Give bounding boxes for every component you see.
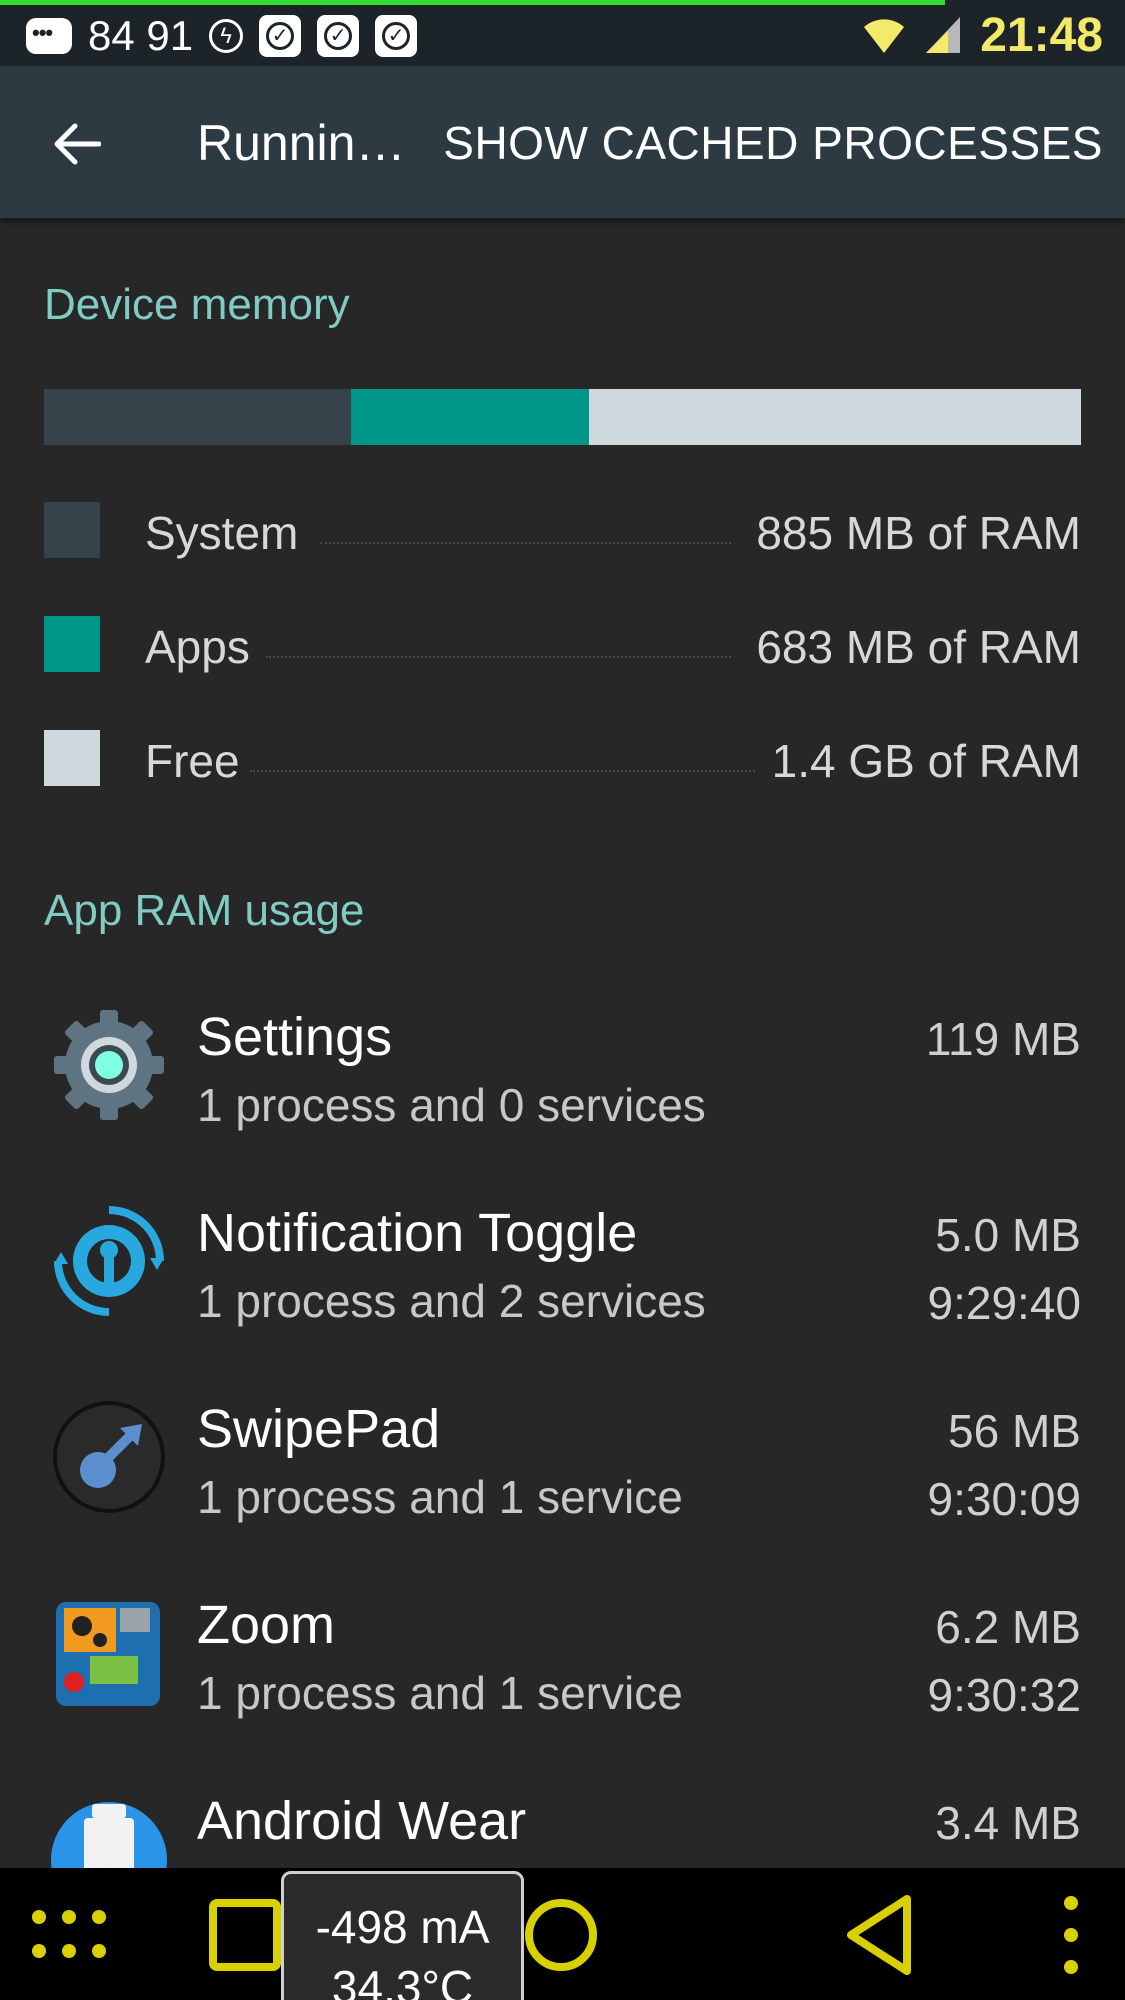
battery-temperature-value: 34.3°C (331, 1961, 474, 2000)
back-arrow-icon[interactable] (40, 108, 112, 180)
app-name: Notification Toggle (197, 1203, 638, 1263)
app-row-notification-toggle[interactable]: Notification Toggle 1 process and 2 serv… (0, 1178, 1125, 1374)
wifi-icon (864, 19, 905, 53)
device-memory-header: Device memory (44, 280, 350, 329)
legend-row-free: Free 1.4 GB of RAM (44, 714, 1081, 794)
app-memory-size: 56 MB (948, 1405, 1081, 1457)
navigation-bar (0, 1868, 1125, 2000)
status-numbers: 84 91 (88, 12, 194, 59)
memory-bar-system-segment (44, 389, 351, 445)
zoom-app-icon (50, 1594, 168, 1712)
battery-current-value: -498 mA (315, 1901, 490, 1953)
top-progress-line (0, 0, 945, 5)
flash-icon: ϟ (209, 19, 244, 53)
legend-label: Free (145, 735, 240, 787)
leader-dots (266, 656, 731, 658)
app-run-time: 9:30:09 (927, 1473, 1081, 1525)
legend-swatch-system (44, 502, 100, 558)
settings-gear-icon (50, 1006, 168, 1124)
legend-value: 1.4 GB of RAM (771, 735, 1081, 787)
app-name: Android Wear (197, 1791, 527, 1851)
app-memory-size: 5.0 MB (935, 1209, 1081, 1261)
leader-dots (320, 542, 731, 544)
battery-current-overlay: -498 mA 34.3°C (281, 1871, 524, 2000)
app-row-zoom[interactable]: Zoom 1 process and 1 service 6.2 MB 9:30… (0, 1570, 1125, 1766)
app-process-info: 1 process and 1 service (197, 1471, 683, 1523)
check-icon: ✓ (317, 15, 360, 57)
app-name: Settings (197, 1007, 393, 1067)
page-title: Runnin… (197, 115, 406, 171)
legend-value: 683 MB of RAM (756, 621, 1081, 673)
leader-dots (250, 770, 755, 772)
memory-usage-bar (44, 389, 1081, 445)
app-drawer-icon[interactable] (24, 1890, 114, 1980)
signal-icon (926, 17, 961, 53)
app-memory-size: 6.2 MB (935, 1601, 1081, 1653)
home-icon[interactable] (516, 1890, 606, 1980)
notification-toggle-icon (50, 1202, 168, 1320)
app-row-swipepad[interactable]: SwipePad 1 process and 1 service 56 MB 9… (0, 1374, 1125, 1570)
legend-label: Apps (145, 621, 250, 673)
app-row-settings[interactable]: Settings 1 process and 0 services 119 MB (0, 982, 1125, 1178)
message-icon (26, 18, 72, 54)
recents-icon[interactable] (200, 1890, 290, 1980)
check-icon: ✓ (259, 15, 302, 57)
legend-label: System (145, 507, 299, 559)
app-ram-usage-header: App RAM usage (44, 886, 365, 935)
check-icon: ✓ (375, 15, 418, 57)
legend-swatch-apps (44, 616, 100, 672)
app-toolbar: Runnin… SHOW CACHED PROCESSES (0, 66, 1125, 218)
legend-row-apps: Apps 683 MB of RAM (44, 600, 1081, 680)
legend-value: 885 MB of RAM (756, 507, 1081, 559)
app-name: SwipePad (197, 1399, 441, 1459)
status-bar: 84 91 ϟ ✓ ✓ ✓ 21:48 (0, 0, 1125, 66)
legend-row-system: System 885 MB of RAM (44, 486, 1081, 566)
app-process-info: 1 process and 1 service (197, 1667, 683, 1719)
memory-bar-apps-segment (350, 389, 590, 445)
app-run-time: 9:29:40 (927, 1277, 1081, 1329)
app-memory-size: 119 MB (925, 1013, 1081, 1065)
clock: 21:48 (980, 8, 1103, 62)
android-wear-icon (50, 1790, 168, 1868)
swipepad-icon (50, 1398, 168, 1516)
memory-bar-free-segment (589, 389, 1081, 445)
app-process-info: 1 process and 0 services (197, 1079, 706, 1131)
app-memory-size: 3.4 MB (935, 1797, 1081, 1849)
app-row-android-wear[interactable]: Android Wear 3.4 MB (0, 1766, 1125, 1868)
back-icon[interactable] (836, 1890, 926, 1980)
app-name: Zoom (197, 1595, 336, 1655)
app-process-info: 1 process and 2 services (197, 1275, 706, 1327)
app-run-time: 9:30:32 (927, 1669, 1081, 1721)
legend-swatch-free (44, 730, 100, 786)
menu-icon[interactable] (1046, 1890, 1096, 1980)
show-cached-processes-button[interactable]: SHOW CACHED PROCESSES (443, 116, 1103, 170)
